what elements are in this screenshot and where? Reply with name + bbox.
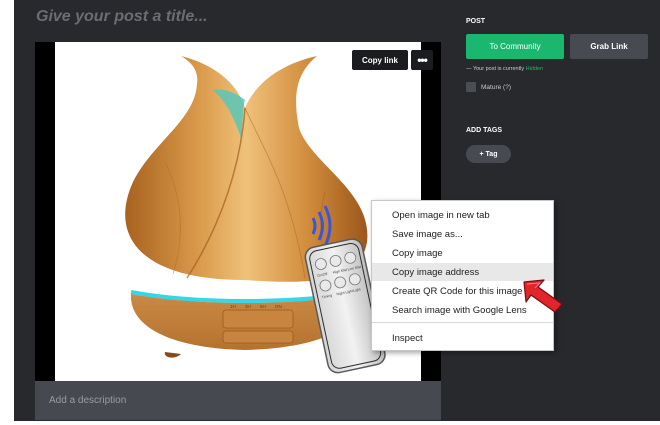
post-image[interactable]: 1H 3H 6H ON On/Off High Mist Low Mist Ti…	[55, 42, 421, 381]
copy-link-button[interactable]: Copy link	[352, 50, 408, 70]
post-heading: POST	[466, 18, 486, 25]
add-tags-heading: ADD TAGS	[466, 127, 503, 134]
menu-item-save-image[interactable]: Save image as...	[372, 225, 553, 243]
red-arrow-pointer-icon	[523, 279, 563, 313]
mature-checkbox[interactable]	[466, 82, 476, 92]
diffuser-button-label: ON	[275, 304, 282, 309]
menu-item-inspect[interactable]: Inspect	[372, 329, 553, 347]
mature-label: Mature (?)	[481, 83, 511, 91]
to-community-button[interactable]: To Community	[466, 34, 564, 59]
post-title-input[interactable]: Give your post a title...	[36, 8, 416, 26]
post-status: — Your post is currently Hidden	[466, 66, 543, 72]
status-dash-icon: —	[466, 66, 473, 72]
diffuser-button-label: 6H	[260, 304, 266, 309]
diffuser-button-label: 3H	[245, 304, 251, 309]
menu-item-open-image[interactable]: Open image in new tab	[372, 206, 553, 224]
mature-row[interactable]: Mature (?)	[466, 82, 511, 92]
diffuser-button-label: 1H	[230, 304, 236, 309]
description-field[interactable]: Add a description	[35, 381, 441, 420]
menu-item-copy-image[interactable]: Copy image	[372, 244, 553, 262]
menu-divider	[372, 322, 553, 323]
status-hidden-link[interactable]: Hidden	[526, 66, 543, 72]
grab-link-button[interactable]: Grab Link	[570, 34, 648, 59]
status-prefix: Your post is currently	[472, 66, 525, 72]
diffuser-image: 1H 3H 6H ON On/Off High Mist Low Mist Ti…	[125, 56, 386, 374]
add-tag-button[interactable]: + Tag	[466, 145, 511, 163]
more-options-button[interactable]: •••	[411, 50, 433, 70]
description-placeholder: Add a description	[49, 395, 127, 406]
